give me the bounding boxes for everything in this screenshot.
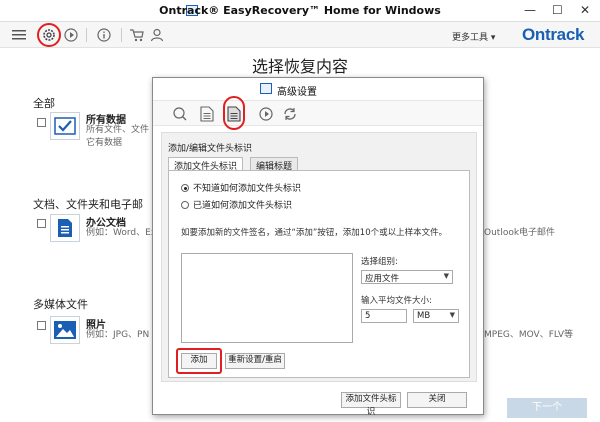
tile-photos[interactable] [50, 316, 80, 344]
close-window-button[interactable]: ✕ [580, 3, 590, 17]
refresh-icon[interactable] [281, 105, 299, 123]
toolbar-separator [121, 28, 122, 42]
dialog-body: 添加/编辑文件头标识 添加文件头标识 编辑标题 不知道如何添加文件头标识 已道如… [161, 132, 477, 382]
highlight-box [176, 348, 222, 374]
section-label-multimedia: 多媒体文件 [33, 298, 88, 311]
advanced-settings-dialog: 高级设置 添加/编辑文件头标识 添加文件头标识 编辑标题 不知道如何添加文件头标… [152, 77, 484, 417]
user-icon[interactable] [148, 26, 166, 44]
add-signature-button[interactable]: 添加文件头标识 [341, 392, 401, 417]
main-toolbar: 更多工具 ▾ Ontrack [0, 22, 600, 48]
photo-icon [54, 321, 76, 339]
magnifier-icon[interactable] [171, 105, 189, 123]
info-icon[interactable] [95, 26, 113, 44]
maximize-button[interactable]: ☐ [552, 3, 563, 17]
window-title: Ontrack® EasyRecovery™ Home for Windows [159, 4, 441, 17]
tile-all-data[interactable] [50, 112, 80, 140]
file-icon[interactable] [198, 105, 216, 123]
more-tools-menu[interactable]: 更多工具 ▾ [452, 30, 495, 43]
dialog-toolbar [153, 96, 483, 130]
size-input[interactable]: 5 [361, 309, 407, 323]
resume-icon[interactable] [257, 105, 275, 123]
page-title: 选择恢复内容 [251, 57, 348, 76]
checkbox-photos[interactable] [37, 321, 46, 330]
dialog-app-icon [260, 83, 272, 94]
window-titlebar: Ontrack® EasyRecovery™ Home for Windows … [0, 0, 600, 22]
checkmark-icon [54, 117, 76, 135]
radio-label: 已道如何添加文件头标识 [193, 201, 293, 211]
minimize-button[interactable]: — [524, 3, 536, 17]
tile-desc-all-data-2: 它有数据 [86, 138, 123, 148]
radio-dot [181, 201, 189, 209]
unit-select-value: MB [417, 311, 431, 321]
toolbar-separator [86, 28, 87, 42]
highlight-ring [223, 96, 245, 130]
tab-add-signature[interactable]: 添加文件头标识 [168, 157, 244, 172]
section-label-all: 全部 [33, 97, 55, 110]
radio-dont-know[interactable]: 不知道如何添加文件头标识 [181, 181, 301, 194]
checkbox-office-docs[interactable] [37, 219, 46, 228]
tile-desc-all-data-1: 所有文件、文件 [86, 125, 150, 135]
chevron-down-icon: ▼ [449, 311, 455, 319]
group-label: 选择组别: [361, 257, 398, 267]
hamburger-menu-icon[interactable] [10, 26, 28, 44]
reset-button[interactable]: 重新设置/重启 [225, 353, 285, 369]
unit-select[interactable]: MB ▼ [413, 309, 459, 323]
instructions-text: 如要添加新的文件签名，通过“添加”按钮，添加10个或以上样本文件。 [181, 228, 448, 238]
group-select[interactable]: 应用文件 ▼ [361, 270, 453, 284]
tile-desc-video: MPEG、MOV、FLV等 [484, 330, 574, 340]
document-icon [58, 219, 72, 237]
radio-label: 不知道如何添加文件头标识 [193, 184, 302, 194]
size-label: 输入平均文件大小: [361, 296, 432, 306]
sample-files-list[interactable] [181, 253, 353, 343]
tab-edit-title[interactable]: 编辑标题 [250, 157, 299, 172]
checkbox-all-data[interactable] [37, 118, 46, 127]
dialog-titlebar: 高级设置 [153, 78, 483, 100]
section-label-documents: 文档、文件夹和电子邮 [33, 198, 143, 211]
group-select-value: 应用文件 [365, 274, 400, 284]
tile-desc-photos: 例如：JPG、PN [86, 330, 150, 340]
radio-know[interactable]: 已道如何添加文件头标识 [181, 198, 292, 211]
tile-desc-email: Outlook电子邮件 [484, 228, 556, 238]
cart-icon[interactable] [128, 26, 146, 44]
dialog-close-button[interactable]: 关闭 [407, 392, 467, 408]
tile-desc-office-docs: 例如：Word、Ex [86, 228, 157, 238]
chevron-down-icon: ▼ [443, 272, 449, 280]
ontrack-logo: Ontrack [522, 25, 585, 44]
resume-recovery-icon[interactable] [62, 26, 80, 44]
next-button[interactable]: 下一个 [507, 398, 587, 418]
radio-dot [181, 184, 189, 192]
tile-office-docs[interactable] [50, 214, 80, 242]
dialog-title: 高级设置 [277, 87, 317, 98]
dialog-subtitle: 添加/编辑文件头标识 [168, 144, 253, 154]
tab-panel: 不知道如何添加文件头标识 已道如何添加文件头标识 如要添加新的文件签名，通过“添… [168, 170, 470, 378]
highlight-ring [37, 23, 61, 47]
